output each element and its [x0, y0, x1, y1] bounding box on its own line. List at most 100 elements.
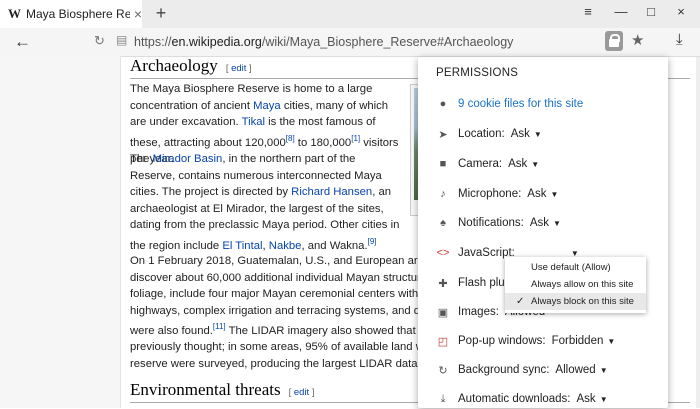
- permission-background-sync[interactable]: ↻ Background sync: Allowed ▼: [418, 360, 668, 380]
- new-tab-button[interactable]: +: [151, 3, 171, 24]
- wiki-link[interactable]: Richard Hansen: [291, 186, 372, 198]
- reload-icon[interactable]: ↻: [94, 33, 105, 49]
- bell-icon: ♠: [440, 217, 446, 229]
- paragraph-text: The: [130, 153, 153, 165]
- wiki-link[interactable]: Maya: [253, 100, 281, 112]
- browser-tab[interactable]: W Maya Biosphere Reserve ×: [0, 0, 142, 28]
- permission-downloads[interactable]: ⤓ Automatic downloads: Ask ▼: [418, 389, 668, 409]
- paragraph-text: highways, complex irrigation and terraci…: [130, 304, 448, 317]
- image-icon: ▣: [437, 306, 449, 319]
- download-icon: ⤓: [440, 392, 446, 405]
- close-window-button[interactable]: ×: [670, 4, 692, 19]
- permissions-heading: PERMISSIONS: [436, 67, 519, 79]
- permission-popups[interactable]: ◰ Pop-up windows: Forbidden ▼: [418, 331, 668, 351]
- chevron-down-icon[interactable]: ▼: [531, 160, 539, 169]
- chevron-down-icon[interactable]: ▼: [553, 219, 561, 228]
- paragraph-text: were also found.: [130, 324, 213, 337]
- page-info-icon[interactable]: ▤: [116, 33, 127, 47]
- option-label: Always allow on this site: [531, 279, 634, 290]
- dropdown-option-allow[interactable]: Always allow on this site: [505, 276, 646, 293]
- chevron-down-icon[interactable]: ▼: [607, 337, 615, 346]
- permission-label: Automatic downloads:: [458, 393, 571, 405]
- javascript-dropdown-menu: Use default (Allow) Always allow on this…: [505, 257, 646, 313]
- puzzle-icon: ✚: [438, 277, 448, 290]
- url-text[interactable]: https://en.wikipedia.org/wiki/Maya_Biosp…: [134, 35, 513, 49]
- permission-value[interactable]: Ask: [527, 188, 546, 200]
- wikipedia-favicon-icon: W: [8, 6, 21, 21]
- permission-label: Location:: [458, 128, 505, 140]
- permission-value[interactable]: Forbidden: [552, 335, 604, 347]
- chevron-down-icon[interactable]: ▼: [550, 190, 558, 199]
- menu-icon[interactable]: ≡: [577, 4, 599, 19]
- cookies-row[interactable]: ● 9 cookie files for this site: [418, 94, 668, 114]
- paragraph-text: previously thought; in some areas, 95% o…: [130, 341, 445, 354]
- edit-section-link[interactable]: [ edit ]: [226, 63, 252, 74]
- wiki-link[interactable]: Mirador Basin: [153, 153, 223, 165]
- page-scrollbar[interactable]: [696, 57, 700, 408]
- cookies-link[interactable]: 9 cookie files for this site: [458, 98, 583, 110]
- cookie-icon: ●: [439, 98, 447, 110]
- wiki-link[interactable]: El Tintal: [222, 239, 262, 251]
- dropdown-option-default[interactable]: Use default (Allow): [505, 259, 646, 276]
- citation-link[interactable]: [8]: [286, 134, 295, 143]
- minimize-button[interactable]: —: [610, 4, 632, 19]
- permission-value[interactable]: Allowed: [555, 364, 595, 376]
- chevron-down-icon[interactable]: ▼: [600, 366, 608, 375]
- address-bar[interactable]: ↻ ▤ https://en.wikipedia.org/wiki/Maya_B…: [86, 30, 674, 53]
- permission-label: Notifications:: [458, 217, 524, 229]
- tab-close-icon[interactable]: ×: [134, 6, 142, 22]
- permission-microphone[interactable]: ♪ Microphone: Ask ▼: [418, 184, 668, 204]
- paragraph-text: discover about 60,000 additional individ…: [130, 271, 445, 284]
- permission-location[interactable]: ➤ Location: Ask ▼: [418, 124, 668, 144]
- address-bar-row: ← ↻ ▤ https://en.wikipedia.org/wiki/Maya…: [0, 28, 700, 57]
- paragraph-text: The LIDAR imagery also showed that the M: [225, 324, 448, 337]
- permission-value[interactable]: Ask: [511, 128, 530, 140]
- code-icon: <>: [436, 247, 450, 259]
- permission-notifications[interactable]: ♠ Notifications: Ask ▼: [418, 213, 668, 233]
- permission-camera[interactable]: ■ Camera: Ask ▼: [418, 154, 668, 174]
- wiki-link[interactable]: Tikal: [242, 116, 265, 128]
- permission-value[interactable]: Ask: [577, 393, 596, 405]
- camera-icon: ■: [439, 158, 447, 170]
- permissions-popup: PERMISSIONS ● 9 cookie files for this si…: [418, 57, 668, 408]
- edit-bracket-close: ]: [309, 387, 315, 398]
- checkmark-icon: ✓: [516, 296, 525, 307]
- permission-label: Pop-up windows:: [458, 335, 546, 347]
- permission-label: Camera:: [458, 158, 503, 170]
- wiki-sidebar: [0, 56, 121, 408]
- dropdown-option-block[interactable]: ✓ Always block on this site: [505, 293, 646, 310]
- bookmark-star-icon[interactable]: ★: [631, 31, 644, 49]
- paragraph-text: foliage, include four major Mayan ceremo…: [130, 288, 449, 300]
- citation-link[interactable]: [1]: [351, 134, 360, 143]
- edit-link[interactable]: edit: [231, 63, 246, 74]
- edit-bracket-close: ]: [246, 63, 252, 74]
- paragraph-3: On 1 February 2018, Guatemalan, U.S., an…: [130, 253, 448, 372]
- permission-value[interactable]: Ask: [530, 217, 549, 229]
- downloads-icon[interactable]: ⤓: [676, 31, 683, 48]
- option-label: Always block on this site: [531, 296, 634, 307]
- url-prefix: https://: [134, 35, 172, 49]
- sync-icon: ↻: [438, 364, 448, 377]
- permission-label: Flash plug: [458, 277, 512, 289]
- edit-section-link[interactable]: [ edit ]: [289, 387, 315, 398]
- option-label: Use default (Allow): [531, 262, 611, 273]
- back-button[interactable]: ←: [14, 32, 31, 52]
- lock-icon[interactable]: [605, 31, 623, 51]
- chevron-down-icon[interactable]: ▼: [534, 130, 542, 139]
- permission-label: Images:: [458, 306, 499, 318]
- section-title: Environmental threats: [130, 380, 281, 399]
- permission-value[interactable]: Ask: [508, 158, 527, 170]
- permission-label: Microphone:: [458, 188, 522, 200]
- citation-link[interactable]: [9]: [368, 237, 377, 246]
- chevron-down-icon[interactable]: ▼: [600, 395, 608, 404]
- maximize-button[interactable]: □: [640, 4, 662, 19]
- section-title: Archaeology: [130, 56, 218, 75]
- citation-link[interactable]: [11]: [213, 322, 226, 331]
- popup-icon: ◰: [437, 335, 449, 348]
- wiki-link[interactable]: Nakbe: [269, 239, 302, 251]
- permission-label: Background sync:: [458, 364, 550, 376]
- paragraph-text: reserve were surveyed, producing the lar…: [130, 357, 446, 370]
- paragraph-text: On 1 February 2018, Guatemalan, U.S., an…: [130, 255, 449, 267]
- microphone-icon: ♪: [440, 188, 446, 200]
- edit-link[interactable]: edit: [294, 387, 309, 398]
